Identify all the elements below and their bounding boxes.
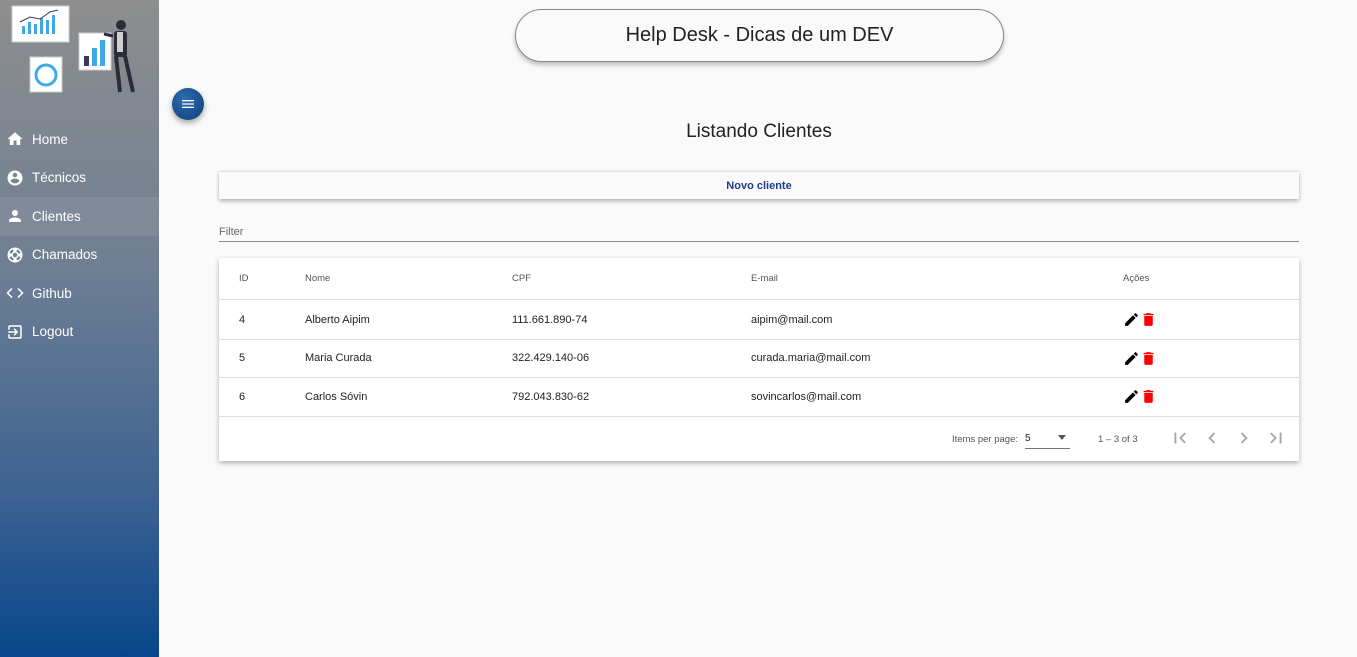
sidebar-item-label: Github bbox=[32, 285, 72, 301]
filter-input[interactable] bbox=[219, 216, 1299, 242]
paginator: Items per page: 5 1 – 3 of 3 bbox=[219, 417, 1299, 461]
table-row: 5 Maria Curada 322.429.140-06 curada.mar… bbox=[219, 340, 1299, 378]
sidebar-item-clientes[interactable]: Clientes bbox=[0, 197, 159, 236]
first-page-icon bbox=[1174, 432, 1186, 444]
cell-cpf: 792.043.830-62 bbox=[512, 390, 590, 403]
sidebar: Home Técnicos Clientes Chamados Github L… bbox=[0, 0, 159, 657]
previous-page-button[interactable] bbox=[1201, 427, 1223, 449]
sidebar-item-tecnicos[interactable]: Técnicos bbox=[0, 159, 159, 198]
code-icon bbox=[6, 288, 24, 299]
menu-toggle-button[interactable] bbox=[172, 88, 204, 120]
sidebar-item-label: Clientes bbox=[32, 208, 81, 224]
items-per-page-label: Items per page: bbox=[952, 434, 1019, 445]
header-nome[interactable]: Nome bbox=[305, 273, 330, 284]
app-title-header: Help Desk - Dicas de um DEV bbox=[515, 9, 1004, 62]
header-email[interactable]: E-mail bbox=[751, 273, 778, 284]
table-header-row: ID Nome CPF E-mail Ações bbox=[219, 258, 1299, 300]
page-size-select[interactable]: 5 bbox=[1025, 429, 1070, 449]
cell-actions bbox=[1123, 388, 1157, 405]
page-size-value: 5 bbox=[1025, 433, 1031, 444]
sidebar-item-label: Logout bbox=[32, 324, 74, 340]
last-page-button[interactable] bbox=[1265, 427, 1287, 449]
cell-nome: Carlos Sóvin bbox=[305, 390, 368, 403]
logout-icon bbox=[8, 325, 22, 339]
sidebar-item-chamados[interactable]: Chamados bbox=[0, 236, 159, 275]
cell-email: aipim@mail.com bbox=[751, 313, 833, 326]
cell-cpf: 111.661.890-74 bbox=[512, 313, 588, 326]
person-icon bbox=[9, 210, 21, 223]
dashboard-illustration bbox=[11, 5, 135, 93]
header-cpf[interactable]: CPF bbox=[512, 273, 531, 284]
delete-icon[interactable] bbox=[1140, 350, 1157, 367]
header-acoes: Ações bbox=[1123, 273, 1150, 284]
cell-id: 6 bbox=[239, 390, 246, 403]
cell-nome: Alberto Aipim bbox=[305, 313, 370, 326]
account-circle-icon bbox=[7, 170, 23, 186]
cell-id: 4 bbox=[239, 313, 246, 326]
sidebar-nav: Home Técnicos Clientes Chamados Github L… bbox=[0, 120, 159, 351]
chevron-down-icon bbox=[1058, 435, 1066, 440]
chevron-left-icon bbox=[1208, 432, 1216, 444]
cell-email: curada.maria@mail.com bbox=[751, 352, 871, 365]
cell-cpf: 322.429.140-06 bbox=[512, 352, 590, 365]
cell-id: 5 bbox=[239, 352, 246, 365]
edit-icon[interactable] bbox=[1123, 388, 1140, 405]
app-title: Help Desk - Dicas de um DEV bbox=[625, 24, 894, 46]
cell-email: sovincarlos@mail.com bbox=[751, 390, 862, 403]
support-icon bbox=[7, 247, 23, 263]
sidebar-item-github[interactable]: Github bbox=[0, 274, 159, 313]
sidebar-item-logout[interactable]: Logout bbox=[0, 313, 159, 352]
cell-nome: Maria Curada bbox=[305, 352, 372, 365]
sidebar-item-home[interactable]: Home bbox=[0, 120, 159, 159]
cell-actions bbox=[1123, 350, 1157, 367]
clients-table: ID Nome CPF E-mail Ações 4 Alberto Aipim… bbox=[219, 258, 1299, 461]
new-client-button[interactable]: Novo cliente bbox=[219, 171, 1299, 199]
edit-icon[interactable] bbox=[1123, 311, 1140, 328]
first-page-button[interactable] bbox=[1169, 427, 1191, 449]
menu-icon bbox=[182, 100, 194, 108]
cell-actions bbox=[1123, 311, 1157, 328]
delete-icon[interactable] bbox=[1140, 388, 1157, 405]
delete-icon[interactable] bbox=[1140, 311, 1157, 328]
next-page-button[interactable] bbox=[1233, 427, 1255, 449]
chevron-right-icon bbox=[1240, 432, 1248, 444]
header-id[interactable]: ID bbox=[239, 273, 249, 284]
table-row: 4 Alberto Aipim 111.661.890-74 aipim@mai… bbox=[219, 301, 1299, 340]
page-range-label: 1 – 3 of 3 bbox=[1098, 434, 1138, 445]
last-page-icon bbox=[1270, 432, 1282, 444]
table-row: 6 Carlos Sóvin 792.043.830-62 sovincarlo… bbox=[219, 378, 1299, 417]
home-icon bbox=[7, 132, 23, 146]
sidebar-item-label: Chamados bbox=[32, 247, 98, 263]
sidebar-item-label: Técnicos bbox=[32, 170, 87, 186]
sidebar-item-label: Home bbox=[32, 131, 69, 147]
edit-icon[interactable] bbox=[1123, 350, 1140, 367]
page-title: Listando Clientes bbox=[686, 121, 832, 142]
